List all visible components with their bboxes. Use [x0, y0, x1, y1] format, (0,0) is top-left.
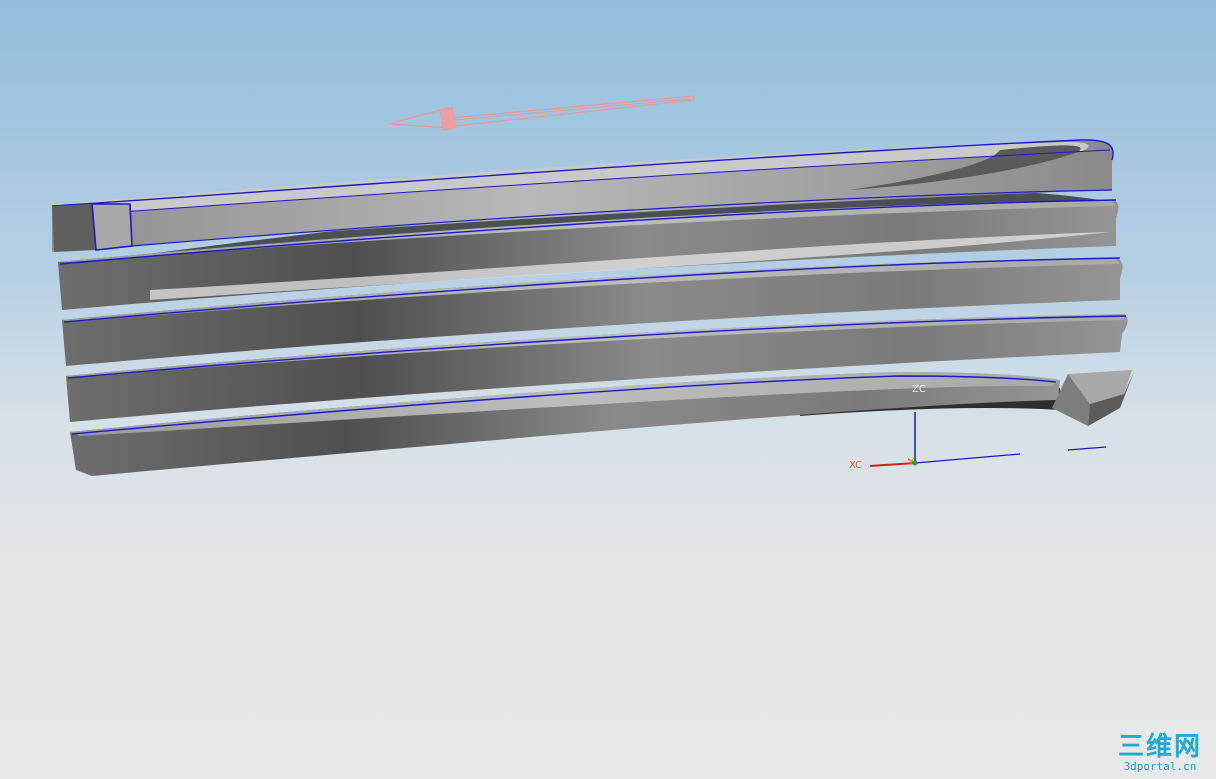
- xc-label: XC: [849, 460, 862, 471]
- coil-bottom-end-block[interactable]: [1052, 370, 1134, 426]
- model-scene[interactable]: ZC XC Y: [0, 0, 1216, 779]
- yc-axis-line: [914, 453, 1021, 464]
- graphics-viewport[interactable]: ZC XC Y 三维网 3dportal.cn: [0, 0, 1216, 779]
- yc-axis-extension: [1067, 446, 1107, 451]
- direction-vector-icon[interactable]: [387, 95, 695, 131]
- zc-label: ZC: [912, 384, 926, 395]
- coil-end-face[interactable]: [52, 203, 133, 252]
- watermark-title: 三维网: [1117, 732, 1202, 762]
- watermark-logo: 三维网 3dportal.cn: [1112, 733, 1208, 773]
- watermark-site: 3dportal.cn: [1123, 760, 1197, 773]
- yc-label: Y: [907, 457, 915, 468]
